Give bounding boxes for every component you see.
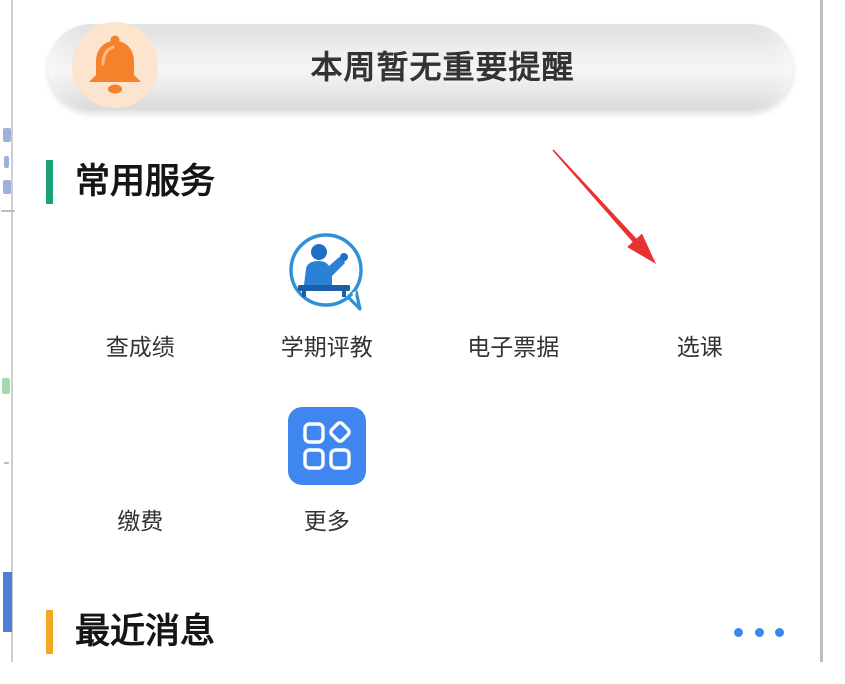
service-label: 电子票据 — [467, 335, 560, 361]
dot — [734, 627, 743, 637]
service-label: 选课 — [676, 335, 723, 361]
messages-section-title: 最近消息 — [75, 612, 216, 652]
service-course-selection[interactable]: 选课 — [607, 230, 794, 404]
clipped-blue-bar — [3, 572, 12, 632]
service-icon-slot — [285, 230, 369, 314]
clipped-content-fragment — [4, 462, 9, 464]
weekly-reminder-banner[interactable]: 本周暂无重要提醒 — [48, 22, 793, 110]
teacher-icon — [289, 233, 363, 311]
clipped-content-fragment — [4, 156, 9, 168]
messages-section-accent — [46, 610, 53, 654]
service-icon-slot — [98, 230, 182, 314]
dot — [775, 627, 784, 637]
more-dots-icon[interactable] — [734, 624, 784, 640]
service-label: 学期评教 — [280, 335, 373, 361]
right-frame-edge — [820, 0, 823, 662]
service-icon-slot — [658, 230, 742, 314]
service-icon-slot — [471, 230, 555, 314]
services-section-title: 常用服务 — [75, 162, 216, 202]
service-more[interactable]: 更多 — [234, 404, 421, 578]
service-icon-slot — [98, 404, 182, 488]
service-grades[interactable]: 查成绩 — [47, 230, 234, 404]
service-e-receipts[interactable]: 电子票据 — [420, 230, 607, 404]
services-grid: 查成绩 学期评教 电子票据 选课 缴费 更多 — [47, 230, 793, 578]
service-course-evaluation[interactable]: 学期评教 — [234, 230, 421, 404]
service-payment[interactable]: 缴费 — [47, 404, 234, 578]
clipped-content-fragment — [2, 378, 10, 394]
service-label: 更多 — [303, 509, 350, 535]
app-screen: 本周暂无重要提醒 常用服务 查成绩 学期评教 电子票据 选课 缴费 更多 最近消… — [0, 0, 845, 684]
clipped-content-fragment — [3, 128, 11, 142]
service-label: 查成绩 — [105, 335, 175, 361]
services-section-accent — [46, 160, 53, 204]
service-label: 缴费 — [117, 509, 164, 535]
clipped-content-fragment — [3, 180, 11, 194]
app-grid-icon — [287, 407, 366, 485]
clipped-divider — [1, 210, 15, 212]
dot — [754, 627, 764, 637]
reminder-text: 本周暂无重要提醒 — [310, 48, 575, 86]
left-frame-edge — [11, 0, 13, 662]
service-icon-slot — [285, 404, 369, 488]
